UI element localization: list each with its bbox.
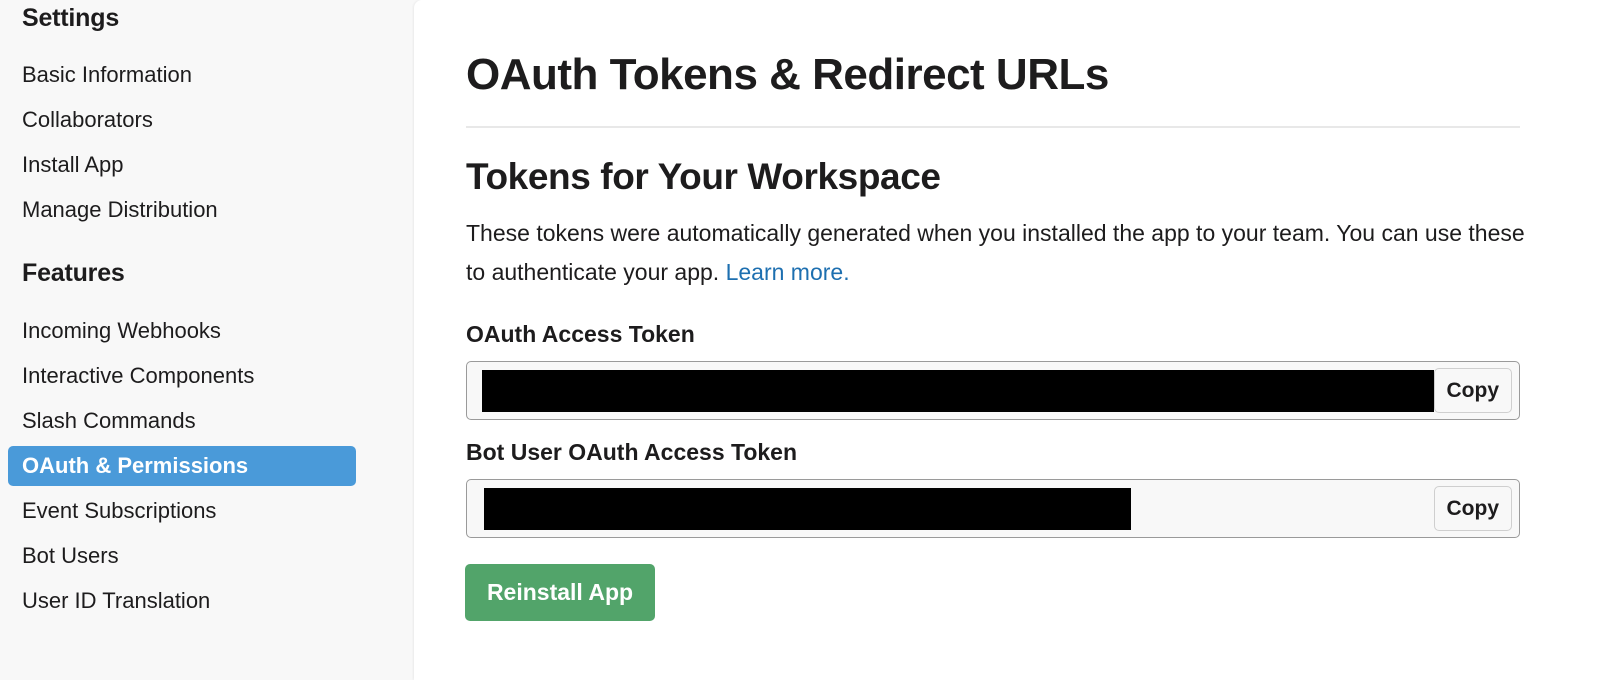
features-heading: Features <box>22 259 125 287</box>
bot-user-oauth-access-token-label: Bot User OAuth Access Token <box>466 439 798 465</box>
description-text: These tokens were automatically generate… <box>466 220 1525 285</box>
sidebar-item-bot-users[interactable]: Bot Users <box>8 536 356 576</box>
sidebar-item-user-id-translation[interactable]: User ID Translation <box>8 581 356 621</box>
sidebar-item-interactive-components[interactable]: Interactive Components <box>8 356 356 396</box>
redacted-oauth-token <box>482 370 1434 412</box>
oauth-access-token-field[interactable]: Copy <box>466 361 1520 420</box>
divider <box>466 126 1520 128</box>
sidebar-item-collaborators[interactable]: Collaborators <box>8 100 356 140</box>
copy-oauth-token-button[interactable]: Copy <box>1433 368 1512 413</box>
sidebar: Settings Basic Information Collaborators… <box>0 0 414 665</box>
learn-more-link[interactable]: Learn more. <box>726 259 850 285</box>
sidebar-item-event-subscriptions[interactable]: Event Subscriptions <box>8 491 356 531</box>
description: These tokens were automatically generate… <box>466 214 1536 292</box>
sidebar-item-install-app[interactable]: Install App <box>8 145 356 185</box>
reinstall-app-button[interactable]: Reinstall App <box>465 564 655 621</box>
copy-bot-token-button[interactable]: Copy <box>1433 486 1512 531</box>
bot-user-oauth-access-token-field[interactable]: Copy <box>466 479 1520 538</box>
sidebar-item-oauth-permissions[interactable]: OAuth & Permissions <box>8 446 356 486</box>
page-title: OAuth Tokens & Redirect URLs <box>466 50 1109 99</box>
sidebar-item-manage-distribution[interactable]: Manage Distribution <box>8 190 356 230</box>
sidebar-item-basic-information[interactable]: Basic Information <box>8 55 356 95</box>
sidebar-item-slash-commands[interactable]: Slash Commands <box>8 401 356 441</box>
oauth-access-token-label: OAuth Access Token <box>466 321 695 347</box>
section-title: Tokens for Your Workspace <box>466 156 941 197</box>
main-panel: OAuth Tokens & Redirect URLs Tokens for … <box>414 0 1600 680</box>
settings-heading: Settings <box>22 4 120 32</box>
redacted-bot-token <box>484 488 1131 530</box>
sidebar-item-incoming-webhooks[interactable]: Incoming Webhooks <box>8 311 356 351</box>
